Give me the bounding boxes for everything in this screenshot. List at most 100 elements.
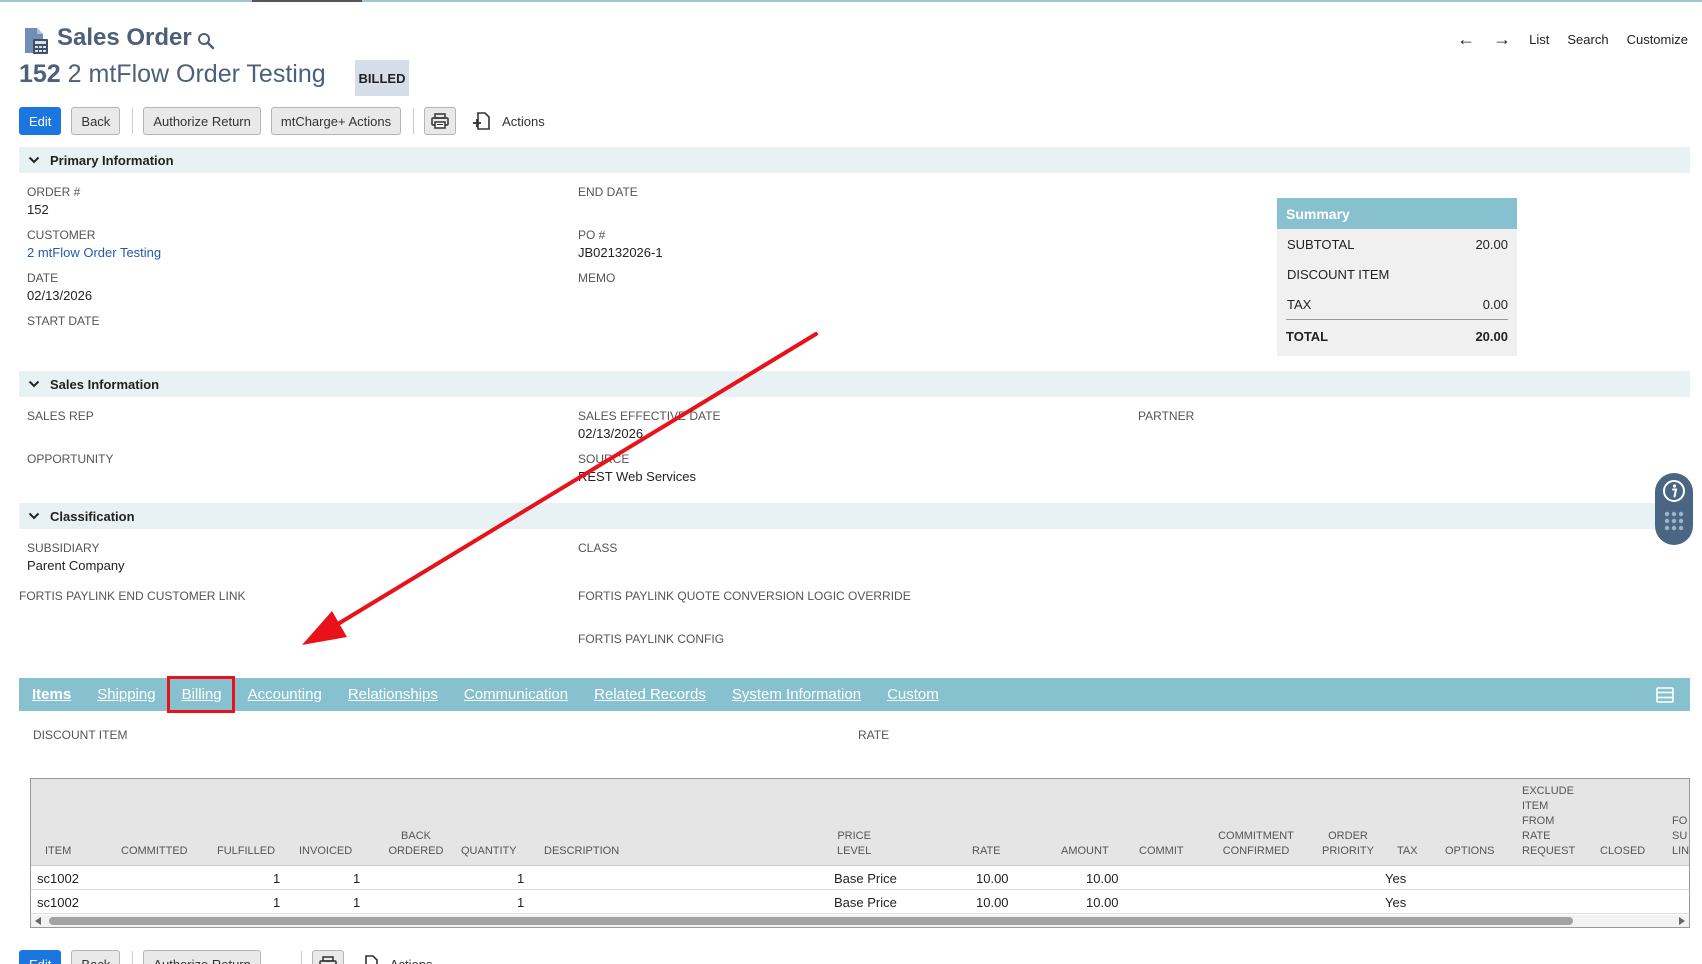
column-header-invoiced[interactable]: INVOICED <box>299 844 352 859</box>
quantity-cell: 1 <box>517 871 525 886</box>
customer-label: CUSTOMER <box>27 228 96 242</box>
summary-tax-row: TAX 0.00 <box>1277 289 1517 319</box>
sales-information-header[interactable]: Sales Information <box>19 371 1690 397</box>
column-header-commitment-confirmed[interactable]: COMMITMENT CONFIRMED <box>1214 829 1298 859</box>
mtcharge-actions-button[interactable]: mtCharge+ Actions <box>270 107 402 135</box>
tab-communication[interactable]: Communication <box>464 686 568 703</box>
column-header-commit[interactable]: COMMIT <box>1139 844 1184 859</box>
price-level-cell: Base Price <box>834 871 897 886</box>
rate-cell: 10.00 <box>976 895 1009 910</box>
print-button[interactable] <box>311 950 344 964</box>
fulfilled-cell: 1 <box>273 895 281 910</box>
paylink-end-customer-label: FORTIS PAYLINK END CUSTOMER LINK <box>19 589 246 603</box>
source-value: REST Web Services <box>578 469 697 484</box>
summary-discount-row: DISCOUNT ITEM <box>1277 259 1517 289</box>
column-header-committed[interactable]: COMMITTED <box>121 844 188 859</box>
edit-button[interactable]: Edit <box>19 950 62 964</box>
total-label: TOTAL <box>1286 329 1329 344</box>
nav-list-link[interactable]: List <box>1529 32 1549 47</box>
tab-accounting[interactable]: Accounting <box>248 686 322 703</box>
column-header-item[interactable]: ITEM <box>45 844 71 859</box>
tab-related-records[interactable]: Related Records <box>594 686 706 703</box>
tab-relationships[interactable]: Relationships <box>348 686 438 703</box>
next-arrow-icon[interactable]: → <box>1493 30 1511 48</box>
customer-link[interactable]: 2 mtFlow Order Testing <box>27 245 161 260</box>
tab-custom[interactable]: Custom <box>887 686 939 703</box>
back-button[interactable]: Back <box>71 107 121 135</box>
column-header-options[interactable]: OPTIONS <box>1445 844 1495 859</box>
status-badge: BILLED <box>355 60 409 96</box>
back-button[interactable]: Back <box>71 950 121 964</box>
discount-item-label: DISCOUNT ITEM <box>33 728 128 742</box>
column-header-exclude-from-rate-request[interactable]: EXCLUDE ITEM FROM RATE REQUEST <box>1522 784 1575 859</box>
column-header-fo-truncated[interactable]: FO SU LIN <box>1672 814 1689 859</box>
summary-title: Summary <box>1277 198 1517 229</box>
tab-shipping[interactable]: Shipping <box>97 686 155 703</box>
edit-button[interactable]: Edit <box>19 107 62 135</box>
subsidiary-value: Parent Company <box>27 558 125 573</box>
tax-cell: Yes <box>1385 895 1407 910</box>
quantity-cell: 1 <box>517 895 525 910</box>
item-link[interactable]: sc1002 <box>37 895 79 910</box>
table-row[interactable]: sc1002 1 1 1 Base Price 10.00 10.00 Yes <box>31 890 1689 914</box>
help-widget[interactable] <box>1655 473 1693 545</box>
order-number-value: 152 <box>27 202 49 217</box>
horizontal-scrollbar[interactable] <box>31 915 1689 927</box>
section-title: Primary Information <box>50 152 174 168</box>
column-header-price-level[interactable]: PRICE LEVEL <box>837 829 871 859</box>
printer-icon <box>319 956 337 964</box>
toolbar-divider <box>413 108 415 134</box>
authorize-return-button[interactable]: Authorize Return <box>143 950 261 964</box>
summary-panel: Summary SUBTOTAL 20.00 DISCOUNT ITEM TAX… <box>1277 198 1517 356</box>
previous-arrow-icon[interactable]: ← <box>1457 30 1475 48</box>
new-document-icon[interactable] <box>472 111 492 131</box>
column-header-closed[interactable]: CLOSED <box>1600 844 1645 859</box>
column-header-rate[interactable]: RATE <box>972 844 1001 859</box>
rate-cell: 10.00 <box>976 871 1009 886</box>
summary-total-row: TOTAL 20.00 <box>1286 319 1508 353</box>
top-toolbar: Edit Back Authorize Return mtCharge+ Act… <box>19 107 545 135</box>
date-label: DATE <box>27 271 59 285</box>
primary-information-header[interactable]: Primary Information <box>19 147 1690 173</box>
table-row[interactable]: sc1002 1 1 1 Base Price 10.00 10.00 Yes <box>31 866 1689 890</box>
column-header-back-ordered[interactable]: BACK ORDERED <box>381 829 451 859</box>
printer-icon <box>431 113 449 129</box>
sales-order-icon <box>25 28 48 54</box>
authorize-return-button[interactable]: Authorize Return <box>143 107 261 135</box>
nav-search-link[interactable]: Search <box>1567 32 1608 47</box>
items-table: ITEM COMMITTED FULFILLED INVOICED BACK OR… <box>30 778 1690 928</box>
classification-header[interactable]: Classification <box>19 503 1690 529</box>
list-view-icon[interactable] <box>1656 687 1674 703</box>
new-document-icon[interactable] <box>360 954 380 964</box>
section-title: Classification <box>50 508 135 524</box>
record-number: 152 <box>19 60 61 88</box>
column-header-quantity[interactable]: QUANTITY <box>461 844 517 859</box>
scroll-left-arrow-icon[interactable] <box>35 917 41 925</box>
sales-effective-date-value: 02/13/2026 <box>578 426 644 441</box>
total-value: 20.00 <box>1475 329 1508 344</box>
column-header-tax[interactable]: TAX <box>1397 844 1418 859</box>
scroll-right-arrow-icon[interactable] <box>1679 917 1685 925</box>
bottom-toolbar: Edit Back Authorize Return Actions <box>19 950 433 964</box>
sales-rep-label: SALES REP <box>27 409 94 423</box>
actions-menu[interactable]: Actions <box>502 114 545 129</box>
search-icon[interactable] <box>197 32 215 50</box>
scrollbar-thumb[interactable] <box>49 917 1573 925</box>
item-link[interactable]: sc1002 <box>37 871 79 886</box>
toolbar-divider <box>132 108 134 134</box>
column-header-order-priority[interactable]: ORDER PRIORITY <box>1313 829 1383 859</box>
column-header-description[interactable]: DESCRIPTION <box>544 844 619 859</box>
actions-menu[interactable]: Actions <box>390 957 433 964</box>
tab-system-information[interactable]: System Information <box>732 686 861 703</box>
sales-effective-date-label: SALES EFFECTIVE DATE <box>578 409 721 423</box>
column-header-fulfilled[interactable]: FULFILLED <box>217 844 275 859</box>
invoiced-cell: 1 <box>353 895 361 910</box>
po-value: JB02132026-1 <box>578 245 663 260</box>
print-button[interactable] <box>424 107 457 135</box>
nav-customize-link[interactable]: Customize <box>1627 32 1688 47</box>
amount-cell: 10.00 <box>1086 871 1119 886</box>
date-value: 02/13/2026 <box>27 288 93 303</box>
price-level-cell: Base Price <box>834 895 897 910</box>
tab-items[interactable]: Items <box>32 686 71 703</box>
column-header-amount[interactable]: AMOUNT <box>1061 844 1109 859</box>
